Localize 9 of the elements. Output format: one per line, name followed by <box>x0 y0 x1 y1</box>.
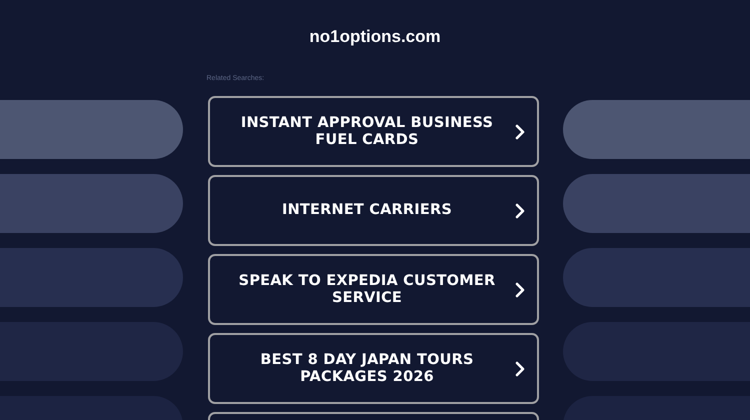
search-link[interactable]: SPEAK TO EXPEDIA CUSTOMER SERVICE <box>208 254 538 325</box>
chevron-right-icon <box>514 282 524 298</box>
search-link[interactable]: INTERNET CARRIERS <box>208 175 538 246</box>
site-domain: no1options.com <box>309 27 441 47</box>
search-link[interactable]: BEST 8 DAY JAPAN TOURS PACKAGES 2026 <box>208 333 538 404</box>
search-link[interactable]: INSTANT APPROVAL BUSINESS FUEL CARDS <box>208 96 538 167</box>
chevron-right-icon <box>514 360 524 376</box>
chevron-right-icon <box>514 124 524 140</box>
chevron-right-icon <box>514 202 524 218</box>
